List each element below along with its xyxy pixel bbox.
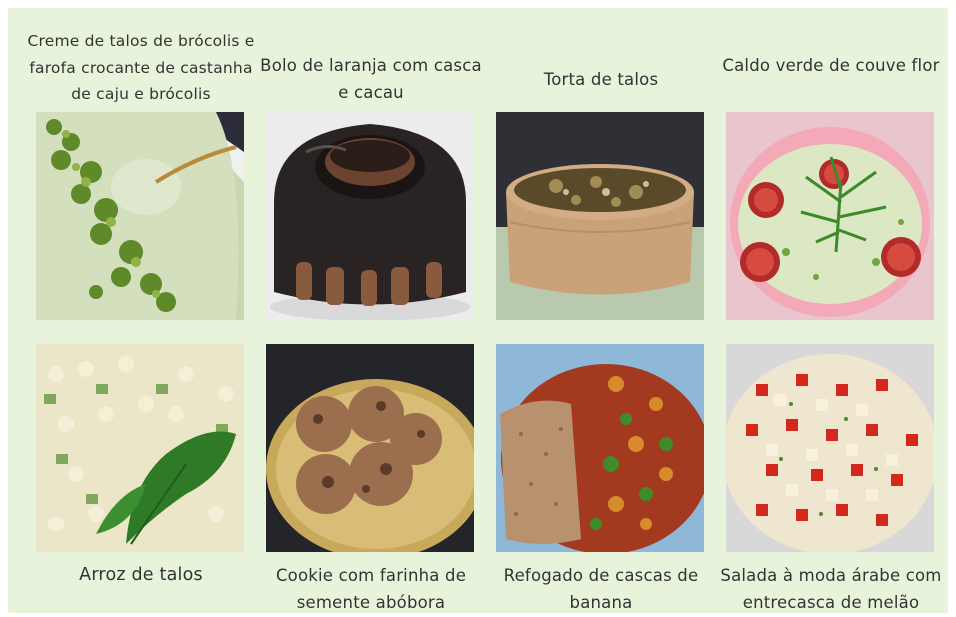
- recipe-card-orange-cake[interactable]: Bolo de laranja com casca e cacau: [260, 28, 482, 328]
- broccoli-cream-soup-photo: [36, 112, 244, 320]
- recipe-caption: Torta de talos: [543, 70, 659, 89]
- recipe-caption: Caldo verde de couve flor: [722, 56, 940, 75]
- recipe-card-banana-peel[interactable]: Refogado de cascas de banana: [496, 344, 706, 612]
- recipe-card-stem-rice[interactable]: Arroz de talos: [36, 344, 246, 604]
- recipe-card-stem-pie[interactable]: Torta de talos: [496, 28, 706, 328]
- recipe-card-melon-salad[interactable]: Salada à moda árabe com entrecasca de me…: [720, 344, 941, 612]
- recipe-card-caldo-verde[interactable]: Caldo verde de couve flor: [722, 28, 939, 328]
- recipe-caption: Cookie com farinha de semente abóbora: [275, 566, 467, 612]
- stem-rice-photo: [36, 344, 244, 552]
- recipe-grid-panel: Creme de talos de brócolis e farofa croc…: [8, 8, 948, 613]
- recipe-caption: Arroz de talos: [79, 565, 203, 585]
- chocolate-bundt-cake-photo: [266, 112, 474, 320]
- recipe-card-pumpkin-cookie[interactable]: Cookie com farinha de semente abóbora: [266, 344, 476, 612]
- stem-pie-photo: [496, 112, 704, 320]
- arab-style-melon-salad-photo: [726, 344, 934, 552]
- banana-peel-saute-photo: [496, 344, 704, 552]
- recipe-card-broccoli-cream[interactable]: Creme de talos de brócolis e farofa croc…: [27, 28, 254, 328]
- cauliflower-green-broth-photo: [726, 112, 934, 320]
- recipe-caption: Refogado de cascas de banana: [503, 566, 699, 612]
- recipe-caption: Creme de talos de brócolis e farofa croc…: [27, 32, 255, 103]
- recipe-caption: Salada à moda árabe com entrecasca de me…: [720, 566, 942, 612]
- recipe-caption: Bolo de laranja com casca e cacau: [260, 56, 482, 102]
- pumpkin-seed-cookie-photo: [266, 344, 474, 552]
